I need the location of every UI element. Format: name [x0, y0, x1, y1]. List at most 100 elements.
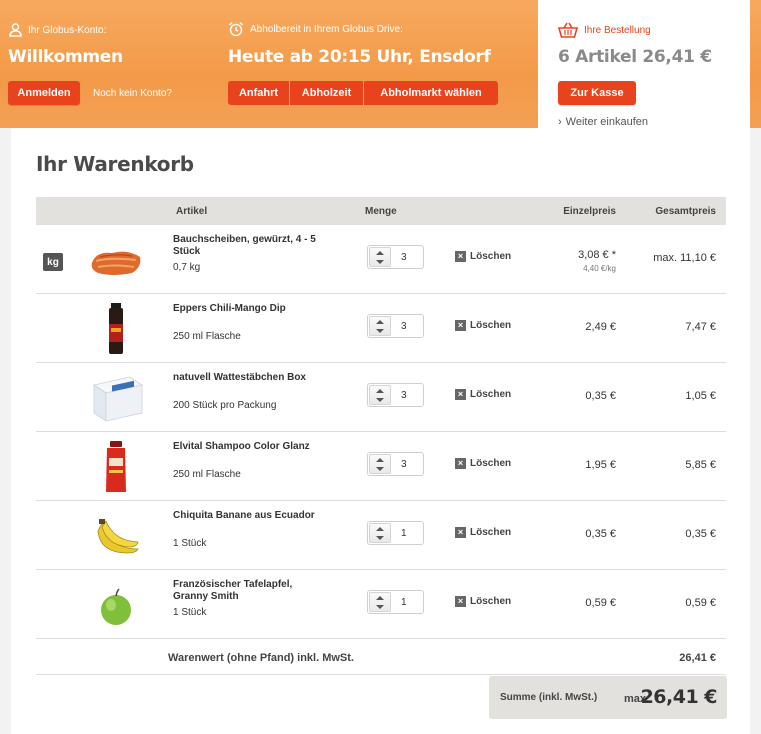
header: Ihr Globus-Konto: Willkommen Anmelden No… [0, 0, 761, 128]
delete-label: Löschen [470, 389, 512, 400]
quantity-stepper[interactable]: 3 [367, 245, 424, 269]
welcome-text: Willkommen [8, 47, 123, 67]
total-price: 5,85 € [685, 459, 716, 471]
login-button[interactable]: Anmelden [8, 81, 80, 105]
quantity-stepper[interactable]: 3 [367, 314, 424, 338]
arrow-down-icon[interactable] [376, 605, 384, 609]
table-row: Chiquita Banane aus Ecuador 1 Stück 1 × … [36, 501, 726, 570]
cart-card: Ihr Warenkorb Artikel Menge Einzelpreis … [11, 128, 750, 734]
quantity-arrows[interactable] [369, 247, 391, 267]
table-row: Elvital Shampoo Color Glanz 250 ml Flasc… [36, 432, 726, 501]
column-quantity: Menge [365, 206, 397, 217]
choose-market-button[interactable]: Abholmarkt wählen [364, 81, 498, 105]
quantity-value[interactable]: 3 [401, 252, 407, 263]
user-icon [9, 23, 22, 37]
weight-badge: kg [43, 253, 63, 271]
shampoo-bottle-image [106, 441, 126, 492]
quantity-stepper[interactable]: 1 [367, 590, 424, 614]
arrow-up-icon[interactable] [376, 320, 384, 324]
arrow-down-icon[interactable] [376, 260, 384, 264]
product-name[interactable]: Bauchscheiben, gewürzt, 4 - 5 Stück [173, 234, 323, 258]
arrow-up-icon[interactable] [376, 458, 384, 462]
column-total-price: Gesamtpreis [655, 206, 716, 217]
delete-label: Löschen [470, 251, 512, 262]
arrow-up-icon[interactable] [376, 389, 384, 393]
checkout-button[interactable]: Zur Kasse [558, 81, 636, 105]
table-header: Artikel Menge Einzelpreis Gesamtpreis [36, 197, 726, 225]
close-icon: × [455, 251, 466, 262]
quantity-arrows[interactable] [369, 523, 391, 543]
bananas-image [97, 519, 139, 554]
quantity-value[interactable]: 1 [401, 528, 407, 539]
pickup-time-button[interactable]: Abholzeit [290, 81, 364, 105]
table-row: Französischer Tafelapfel, Granny Smith 1… [36, 570, 726, 639]
product-name[interactable]: Elvital Shampoo Color Glanz [173, 441, 323, 453]
quantity-arrows[interactable] [369, 385, 391, 405]
subtotal-row: Warenwert (ohne Pfand) inkl. MwSt. 26,41… [36, 639, 726, 675]
delete-button[interactable]: × Löschen [455, 251, 511, 262]
arrow-down-icon[interactable] [376, 329, 384, 333]
shopping-basket-icon [558, 22, 578, 38]
quantity-stepper[interactable]: 3 [367, 383, 424, 407]
product-unit: 250 ml Flasche [173, 469, 241, 480]
alarm-clock-icon [228, 21, 244, 37]
product-unit: 1 Stück [173, 538, 207, 549]
product-unit: 250 ml Flasche [173, 331, 241, 342]
page: Ihr Globus-Konto: Willkommen Anmelden No… [0, 0, 761, 734]
column-article: Artikel [176, 206, 208, 217]
quantity-arrows[interactable] [369, 454, 391, 474]
subtotal-value: 26,41 € [679, 652, 716, 664]
quantity-stepper[interactable]: 1 [367, 521, 424, 545]
quantity-value[interactable]: 3 [401, 390, 407, 401]
quantity-arrows[interactable] [369, 316, 391, 336]
order-panel: Ihre Bestellung 6 Artikel 26,41 € Zur Ka… [538, 0, 750, 128]
total-price: 1,05 € [685, 390, 716, 402]
unit-price: 1,95 € [585, 459, 616, 471]
product-name[interactable]: Französischer Tafelapfel, Granny Smith [173, 579, 323, 603]
product-unit: 0,7 kg [173, 262, 201, 273]
pork-belly-image [91, 251, 141, 275]
quantity-arrows[interactable] [369, 592, 391, 612]
delete-button[interactable]: × Löschen [455, 389, 511, 400]
pickup-label-text: Abholbereit in Ihrem Globus Drive: [250, 23, 403, 35]
arrow-down-icon[interactable] [376, 467, 384, 471]
total-price: 0,35 € [685, 528, 716, 540]
close-icon: × [455, 320, 466, 331]
arrow-down-icon[interactable] [376, 536, 384, 540]
unit-price: 0,35 € [585, 528, 616, 540]
quantity-value[interactable]: 3 [401, 321, 407, 332]
subtotal-label: Warenwert (ohne Pfand) inkl. MwSt. [168, 652, 354, 664]
directions-button[interactable]: Anfahrt [228, 81, 290, 105]
arrow-up-icon[interactable] [376, 596, 384, 600]
total-price: 7,47 € [685, 321, 716, 333]
close-icon: × [455, 458, 466, 469]
unit-price: 0,59 € [585, 597, 616, 609]
quantity-value[interactable]: 3 [401, 459, 407, 470]
column-unit-price: Einzelpreis [563, 206, 616, 217]
order-label-text: Ihre Bestellung [584, 24, 651, 36]
chevron-right-icon: › [558, 116, 562, 128]
product-name[interactable]: natuvell Wattestäbchen Box [173, 372, 323, 384]
arrow-down-icon[interactable] [376, 398, 384, 402]
delete-button[interactable]: × Löschen [455, 458, 511, 469]
continue-shopping-link[interactable]: › Weiter einkaufen [558, 116, 648, 128]
page-title: Ihr Warenkorb [36, 152, 194, 176]
product-name[interactable]: Eppers Chili-Mango Dip [173, 303, 323, 315]
unit-price: 2,49 € [585, 321, 616, 333]
pickup-button-group: Anfahrt Abholzeit Abholmarkt wählen [228, 81, 498, 105]
order-summary: 6 Artikel 26,41 € [558, 47, 712, 67]
delete-button[interactable]: × Löschen [455, 527, 511, 538]
header-orange-edge [750, 0, 761, 128]
delete-button[interactable]: × Löschen [455, 320, 511, 331]
arrow-up-icon[interactable] [376, 527, 384, 531]
arrow-up-icon[interactable] [376, 251, 384, 255]
quantity-stepper[interactable]: 3 [367, 452, 424, 476]
close-icon: × [455, 596, 466, 607]
table-row: kg Bauchscheiben, gewürzt, 4 - 5 Stück 0… [36, 225, 726, 294]
delete-button[interactable]: × Löschen [455, 596, 511, 607]
quantity-value[interactable]: 1 [401, 597, 407, 608]
close-icon: × [455, 527, 466, 538]
total-price: max. 11,10 € [653, 252, 716, 264]
no-account-link[interactable]: Noch kein Konto? [93, 88, 172, 99]
product-name[interactable]: Chiquita Banane aus Ecuador [173, 510, 323, 522]
